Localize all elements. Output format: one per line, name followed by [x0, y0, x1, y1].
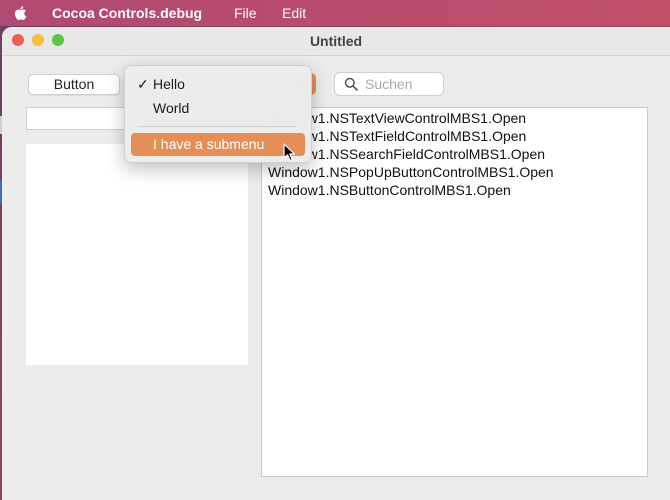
text-view[interactable]: Window1.NSTextViewControlMBS1.Open Windo…	[261, 107, 648, 477]
apple-logo-icon[interactable]	[12, 4, 30, 22]
log-line: Window1.NSPopUpButtonControlMBS1.Open	[268, 164, 554, 180]
menu-item-submenu-label: I have a submenu	[153, 136, 265, 152]
mouse-pointer-icon	[283, 143, 296, 162]
menu-item-submenu[interactable]: I have a submenu	[131, 133, 305, 156]
menu-edit[interactable]: Edit	[282, 5, 306, 21]
menu-bar: Cocoa Controls.debug File Edit	[0, 0, 670, 26]
checkmark-icon: ✓	[137, 76, 149, 92]
title-bar[interactable]: Untitled	[2, 27, 670, 56]
main-window: Untitled Button Suchen Window1.NSTextVie…	[2, 27, 670, 500]
menu-item-hello[interactable]: Hello	[153, 76, 185, 92]
log-line: Window1.NSButtonControlMBS1.Open	[268, 182, 511, 198]
search-icon	[344, 77, 358, 91]
menu-file[interactable]: File	[234, 5, 257, 21]
app-name-menu[interactable]: Cocoa Controls.debug	[52, 5, 202, 21]
list-box[interactable]	[26, 144, 248, 365]
search-field[interactable]: Suchen	[334, 72, 444, 96]
window-title: Untitled	[309, 33, 363, 49]
menu-item-world[interactable]: World	[153, 100, 189, 116]
menu-separator	[139, 126, 297, 127]
push-button[interactable]: Button	[28, 74, 120, 95]
search-placeholder: Suchen	[365, 76, 413, 92]
